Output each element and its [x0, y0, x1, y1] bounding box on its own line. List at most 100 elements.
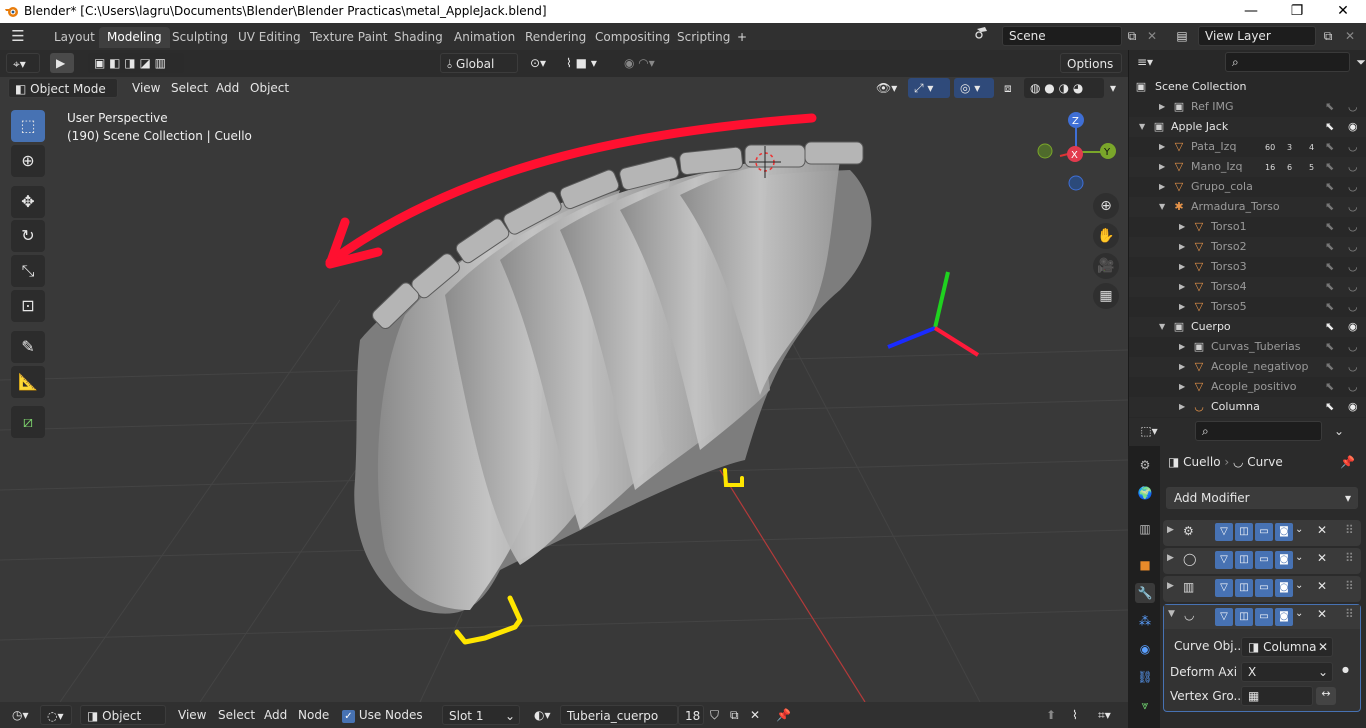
selectable-toggle-icon[interactable]: ⬉ — [1325, 197, 1334, 217]
output-tab-icon[interactable]: ▥ — [1135, 519, 1155, 539]
snap-bottom-icon[interactable]: ⌇ — [1066, 705, 1090, 725]
modifier-menu-icon[interactable]: ⌄ — [1295, 552, 1303, 563]
visibility-toggle-icon[interactable]: ◡ — [1348, 237, 1358, 257]
close-window-button[interactable]: ✕ — [1320, 0, 1366, 23]
edit-mode-toggle-icon[interactable]: ▽ — [1215, 551, 1233, 569]
outliner-root-row[interactable]: ▣ Scene Collection — [1129, 77, 1366, 97]
scene-name-field[interactable]: Scene — [1002, 26, 1122, 46]
orthographic-toggle-icon[interactable]: ▦ — [1093, 283, 1119, 309]
scene-selector-icon[interactable] — [972, 26, 992, 46]
use-nodes-checkbox[interactable]: ✓ Use Nodes — [336, 705, 429, 725]
cursor-tool-icon[interactable]: ⊕ — [11, 145, 45, 177]
expand-arrow-icon[interactable]: ▶ — [1167, 581, 1174, 591]
selection-mode-icons[interactable]: ▣ ◧ ◨ ◪ ▥ — [88, 53, 184, 73]
realtime-toggle-icon[interactable]: ▭ — [1255, 608, 1273, 626]
properties-editor-type-icon[interactable]: ⬚▾ — [1139, 421, 1159, 441]
visibility-toggle-icon[interactable]: ◡ — [1348, 177, 1358, 197]
expand-arrow-icon[interactable]: ▼ — [1139, 117, 1145, 137]
cage-toggle-icon[interactable]: ◫ — [1235, 523, 1253, 541]
add-modifier-dropdown[interactable]: Add Modifier ▾ — [1166, 487, 1358, 509]
visibility-toggle-icon[interactable]: ◡ — [1348, 377, 1358, 397]
select-menu-bottom[interactable]: Select — [212, 705, 261, 725]
outliner-row[interactable]: ▶ ▽ Torso1 ⬉ ◡ — [1129, 217, 1366, 237]
outliner-row[interactable]: ▶ ▣ Ref IMG ⬉ ◡ — [1129, 97, 1366, 117]
modifier-menu-icon[interactable]: ⌄ — [1295, 608, 1303, 619]
outliner-row[interactable]: ▶ ▽ Acople_negativop ⬉ ◡ — [1129, 357, 1366, 377]
camera-view-icon[interactable]: 🎥 — [1093, 253, 1119, 279]
tab-compositing[interactable]: Compositing — [587, 27, 678, 48]
modifier-tab-icon[interactable]: 🔧 — [1135, 583, 1155, 603]
outliner-row[interactable]: ▶ ▽ Torso3 ⬉ ◡ — [1129, 257, 1366, 277]
view-menu-bottom[interactable]: View — [172, 705, 212, 725]
pin-node-tree-icon[interactable]: 📌 — [770, 705, 791, 725]
tab-scripting[interactable]: Scripting — [669, 27, 738, 48]
snap-mode-icon[interactable]: ⌗▾ — [1092, 705, 1122, 725]
selectable-toggle-icon[interactable]: ⬉ — [1325, 397, 1334, 417]
rotate-tool-icon[interactable]: ↻ — [11, 220, 45, 252]
select-menu[interactable]: Select — [165, 78, 214, 98]
selectable-toggle-icon[interactable]: ⬉ — [1325, 337, 1334, 357]
move-tool-icon[interactable]: ✥ — [11, 186, 45, 218]
object-menu[interactable]: Object — [244, 78, 295, 98]
material-browse-icon[interactable]: ◐▾ — [528, 705, 556, 725]
selectable-toggle-icon[interactable]: ⬉ — [1325, 137, 1334, 157]
zoom-icon[interactable]: ⊕ — [1093, 193, 1119, 219]
render-toggle-icon[interactable]: ◙ — [1275, 551, 1293, 569]
outliner-row[interactable]: ▶ ▽ Pata_Izq 60 3 4 ⬉ ◡ — [1129, 137, 1366, 157]
outliner-row[interactable]: ▶ ▽ Mano_Izq 16 6 5 ⬉ ◡ — [1129, 157, 1366, 177]
pivot-point-icon[interactable]: ⊙▾ — [524, 53, 556, 73]
visibility-toggle-icon[interactable]: ◉ — [1348, 397, 1358, 417]
scale-tool-icon[interactable]: ⤡ — [11, 255, 45, 287]
visibility-toggle-icon[interactable]: ◡ — [1348, 357, 1358, 377]
options-dropdown[interactable]: Options — [1060, 53, 1122, 73]
new-view-layer-icon[interactable]: ⧉ — [1318, 26, 1338, 46]
expand-arrow-icon[interactable]: ▼ — [1159, 197, 1165, 217]
drag-handle-icon[interactable]: ⠿ — [1345, 523, 1354, 537]
properties-search-input[interactable]: ⌕ — [1195, 421, 1322, 441]
modifier-remove-icon[interactable]: ✕ — [1317, 607, 1327, 621]
realtime-toggle-icon[interactable]: ▭ — [1255, 523, 1273, 541]
editor-type-icon[interactable]: ◷▾ — [6, 705, 36, 725]
outliner-row[interactable]: ▶ ▽ Torso2 ⬉ ◡ — [1129, 237, 1366, 257]
visibility-toggle-icon[interactable]: ◡ — [1348, 97, 1358, 117]
main-menu-icon[interactable]: ☰ — [8, 26, 28, 46]
selectable-toggle-icon[interactable]: ⬉ — [1325, 317, 1334, 337]
pin-icon[interactable]: 📌 — [1340, 452, 1355, 472]
object-tab-icon[interactable]: ■ — [1135, 555, 1155, 575]
visibility-toggle-icon[interactable]: ◡ — [1348, 157, 1358, 177]
modifier-remove-icon[interactable]: ✕ — [1317, 551, 1327, 565]
expand-arrow-icon[interactable]: ▶ — [1159, 137, 1165, 157]
visibility-toggle-icon[interactable]: ◡ — [1348, 217, 1358, 237]
material-users-count[interactable]: 18 — [678, 705, 704, 725]
measure-tool-icon[interactable]: 📐 — [11, 366, 45, 398]
add-menu-bottom[interactable]: Add — [258, 705, 293, 725]
collapse-arrow-icon[interactable]: ▼ — [1168, 609, 1175, 619]
minimize-button[interactable]: — — [1228, 0, 1274, 23]
modifier-panel-1[interactable]: ▶ ⚙ ▽ ◫ ▭ ◙ ⌄ ✕ ⠿ — [1163, 520, 1361, 546]
selectable-toggle-icon[interactable]: ⬉ — [1325, 297, 1334, 317]
maximize-button[interactable]: ❐ — [1274, 0, 1320, 23]
physics-tab-icon[interactable]: ◉ — [1135, 639, 1155, 659]
drag-handle-icon[interactable]: ⠿ — [1345, 607, 1354, 621]
navigation-gizmo[interactable]: Z Y X — [1037, 112, 1116, 191]
object-type-dropdown[interactable]: ◨ Object — [80, 705, 166, 725]
expand-arrow-icon[interactable]: ▶ — [1179, 397, 1185, 417]
visibility-toggle-icon[interactable]: ◡ — [1348, 257, 1358, 277]
invert-vertex-group-icon[interactable]: ↔ — [1316, 687, 1336, 705]
outliner-row[interactable]: ▼ ✱ Armadura_Torso ⬉ ◡ — [1129, 197, 1366, 217]
realtime-toggle-icon[interactable]: ▭ — [1255, 579, 1273, 597]
pan-hand-icon[interactable]: ✋ — [1093, 223, 1119, 249]
material-name-field[interactable]: Tuberia_cuerpo — [560, 705, 678, 725]
expand-arrow-icon[interactable]: ▶ — [1179, 377, 1185, 397]
outliner-row[interactable]: ▶ ▽ Torso4 ⬉ ◡ — [1129, 277, 1366, 297]
gizmo-toggle-icon[interactable]: ⤢ ▾ — [908, 78, 950, 98]
modifier-remove-icon[interactable]: ✕ — [1317, 579, 1327, 593]
parent-node-tree-icon[interactable]: ⬆ — [1040, 705, 1064, 725]
proportional-editing-icon[interactable]: ◉ ◠▾ — [618, 53, 668, 73]
expand-arrow-icon[interactable]: ▶ — [1167, 525, 1174, 535]
visibility-toggle-icon[interactable]: ◡ — [1348, 137, 1358, 157]
unlink-material-icon[interactable]: ✕ — [744, 705, 764, 725]
snap-icon[interactable]: ⌇ ■ ▾ — [560, 53, 612, 73]
slot-dropdown[interactable]: Slot 1 ⌄ — [442, 705, 520, 725]
shading-options-icon[interactable]: ▾ — [1104, 78, 1122, 98]
